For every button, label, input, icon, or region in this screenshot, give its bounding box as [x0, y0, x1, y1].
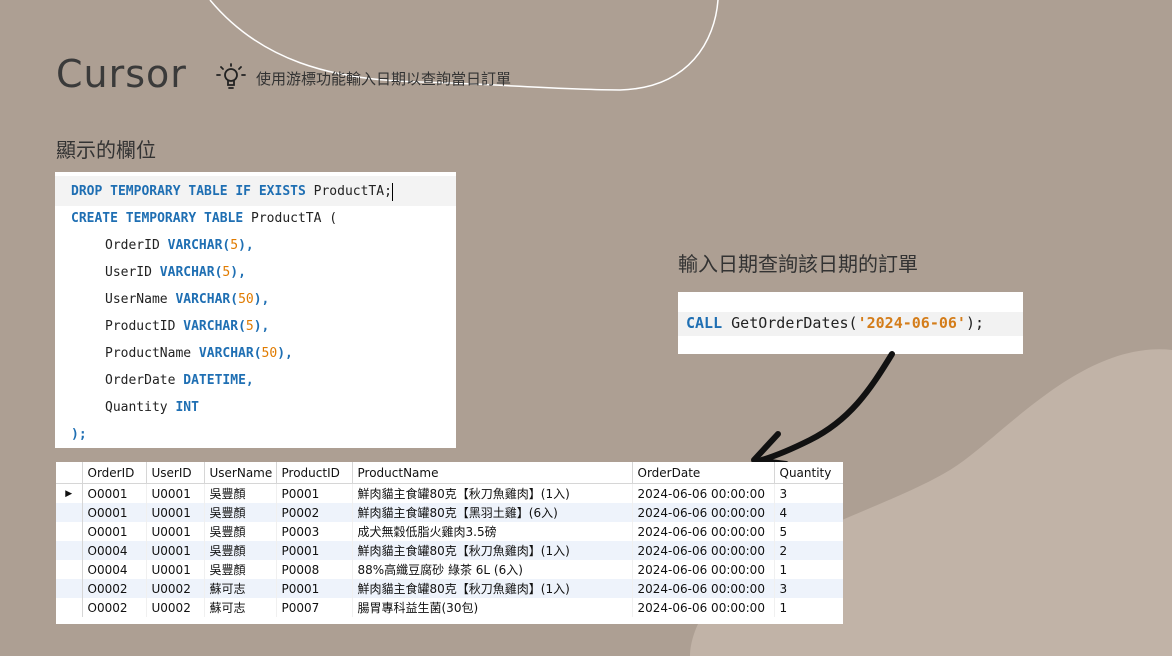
table-cell[interactable]: 吳豐顏 [204, 541, 277, 560]
row-indicator [56, 598, 83, 617]
query-section-label: 輸入日期查詢該日期的訂單 [678, 252, 918, 276]
table-cell[interactable]: U0001 [146, 541, 205, 560]
result-grid: OrderID UserID UserName ProductID Produc… [56, 462, 843, 624]
table-cell[interactable]: U0001 [146, 560, 205, 579]
column-header[interactable]: OrderDate [632, 462, 775, 484]
table-cell[interactable]: U0002 [146, 579, 205, 598]
table-cell[interactable]: P0002 [276, 503, 353, 522]
table-cell[interactable]: P0001 [276, 541, 353, 560]
table-cell[interactable]: O0001 [82, 522, 147, 541]
row-indicator [56, 503, 83, 522]
row-indicator [56, 541, 83, 560]
table-cell[interactable]: 鮮肉貓主食罐80克【秋刀魚雞肉】(1入) [352, 483, 633, 503]
code-line-orderid: OrderID VARCHAR(5), [105, 238, 254, 253]
code-line-username: UserName VARCHAR(50), [105, 292, 270, 307]
column-header[interactable]: ProductName [352, 462, 633, 484]
table-cell[interactable]: 鮮肉貓主食罐80克【秋刀魚雞肉】(1入) [352, 541, 633, 560]
table-cell[interactable]: U0002 [146, 598, 205, 617]
table-cell[interactable]: 3 [774, 483, 843, 503]
text-cursor [391, 182, 394, 201]
table-cell[interactable]: 鮮肉貓主食罐80克【秋刀魚雞肉】(1入) [352, 579, 633, 598]
table-cell[interactable]: 2024-06-06 00:00:00 [632, 598, 775, 617]
row-indicator [56, 560, 83, 579]
table-cell[interactable]: O0002 [82, 579, 147, 598]
table-cell[interactable]: O0002 [82, 598, 147, 617]
row-indicator [56, 579, 83, 598]
table-cell[interactable]: 吳豐顏 [204, 522, 277, 541]
column-header[interactable]: UserName [204, 462, 277, 484]
table-row[interactable]: O0001 U0001 吳豐顏 P0002 鮮肉貓主食罐80克【黑羽土雞】(6入… [56, 503, 843, 522]
create-table-code-panel: DROP TEMPORARY TABLE IF EXISTS ProductTA… [55, 172, 456, 448]
column-header[interactable]: Quantity [774, 462, 843, 484]
table-cell[interactable]: O0001 [82, 483, 147, 503]
table-cell[interactable]: 3 [774, 579, 843, 598]
table-cell[interactable]: 4 [774, 503, 843, 522]
table-cell[interactable]: 2024-06-06 00:00:00 [632, 522, 775, 541]
table-cell[interactable]: 2 [774, 541, 843, 560]
table-row[interactable]: ▶ O0001 U0001 吳豐顏 P0001 鮮肉貓主食罐80克【秋刀魚雞肉】… [56, 483, 843, 503]
call-procedure-panel: CALL GetOrderDates('2024-06-06'); [678, 292, 1023, 354]
current-row-icon: ▶ [56, 483, 83, 503]
table-cell[interactable]: 2024-06-06 00:00:00 [632, 483, 775, 503]
table-cell[interactable]: P0001 [276, 483, 353, 503]
arrow-icon [751, 351, 895, 467]
row-indicator-header [56, 462, 83, 484]
code-line-productid: ProductID VARCHAR(5), [105, 319, 270, 334]
table-cell[interactable]: 2024-06-06 00:00:00 [632, 541, 775, 560]
table-cell[interactable]: 蘇可志 [204, 579, 277, 598]
code-line-create: CREATE TEMPORARY TABLE ProductTA ( [71, 211, 338, 226]
grid-header-row: OrderID UserID UserName ProductID Produc… [56, 462, 843, 484]
table-cell[interactable]: 2024-06-06 00:00:00 [632, 503, 775, 522]
table-cell[interactable]: U0001 [146, 503, 205, 522]
code-line-drop: DROP TEMPORARY TABLE IF EXISTS ProductTA… [71, 182, 394, 201]
column-header[interactable]: OrderID [82, 462, 147, 484]
code-line-orderdate: OrderDate DATETIME, [105, 373, 254, 388]
table-row[interactable]: O0001 U0001 吳豐顏 P0003 成犬無穀低脂火雞肉3.5磅 2024… [56, 522, 843, 541]
table-cell[interactable]: 吳豐顏 [204, 503, 277, 522]
table-cell[interactable]: 吳豐顏 [204, 560, 277, 579]
code-line-productname: ProductName VARCHAR(50), [105, 346, 293, 361]
table-cell[interactable]: P0007 [276, 598, 353, 617]
table-row[interactable]: O0002 U0002 蘇可志 P0001 鮮肉貓主食罐80克【秋刀魚雞肉】(1… [56, 579, 843, 598]
table-cell[interactable]: 腸胃專科益生菌(30包) [352, 598, 633, 617]
table-cell[interactable]: 5 [774, 522, 843, 541]
table-row[interactable]: O0002 U0002 蘇可志 P0007 腸胃專科益生菌(30包) 2024-… [56, 598, 843, 617]
table-cell[interactable]: 鮮肉貓主食罐80克【黑羽土雞】(6入) [352, 503, 633, 522]
table-cell[interactable]: 2024-06-06 00:00:00 [632, 560, 775, 579]
columns-section-label: 顯示的欄位 [56, 138, 156, 162]
code-line-userid: UserID VARCHAR(5), [105, 265, 246, 280]
table-cell[interactable]: 88%高纖豆腐砂 綠茶 6L (6入) [352, 560, 633, 579]
table-cell[interactable]: 1 [774, 560, 843, 579]
lightbulb-icon [216, 63, 246, 89]
table-cell[interactable]: P0008 [276, 560, 353, 579]
table-cell[interactable]: 1 [774, 598, 843, 617]
code-line-quantity: Quantity INT [105, 400, 199, 415]
table-cell[interactable]: U0001 [146, 483, 205, 503]
table-cell[interactable]: P0001 [276, 579, 353, 598]
table-row[interactable]: O0004 U0001 吳豐顏 P0001 鮮肉貓主食罐80克【秋刀魚雞肉】(1… [56, 541, 843, 560]
page-subtitle: 使用游標功能輸入日期以查詢當日訂單 [256, 70, 512, 88]
row-indicator [56, 522, 83, 541]
code-line-close: ); [71, 427, 87, 442]
table-cell[interactable]: O0004 [82, 560, 147, 579]
column-header[interactable]: ProductID [276, 462, 353, 484]
table-cell[interactable]: O0001 [82, 503, 147, 522]
column-header[interactable]: UserID [146, 462, 205, 484]
table-cell[interactable]: U0001 [146, 522, 205, 541]
table-cell[interactable]: O0004 [82, 541, 147, 560]
table-row[interactable]: O0004 U0001 吳豐顏 P0008 88%高纖豆腐砂 綠茶 6L (6入… [56, 560, 843, 579]
call-statement: CALL GetOrderDates('2024-06-06'); [686, 314, 985, 332]
table-cell[interactable]: 2024-06-06 00:00:00 [632, 579, 775, 598]
table-cell[interactable]: 吳豐顏 [204, 483, 277, 503]
table-cell[interactable]: P0003 [276, 522, 353, 541]
page-title: Cursor [56, 52, 187, 96]
table-cell[interactable]: 成犬無穀低脂火雞肉3.5磅 [352, 522, 633, 541]
table-cell[interactable]: 蘇可志 [204, 598, 277, 617]
